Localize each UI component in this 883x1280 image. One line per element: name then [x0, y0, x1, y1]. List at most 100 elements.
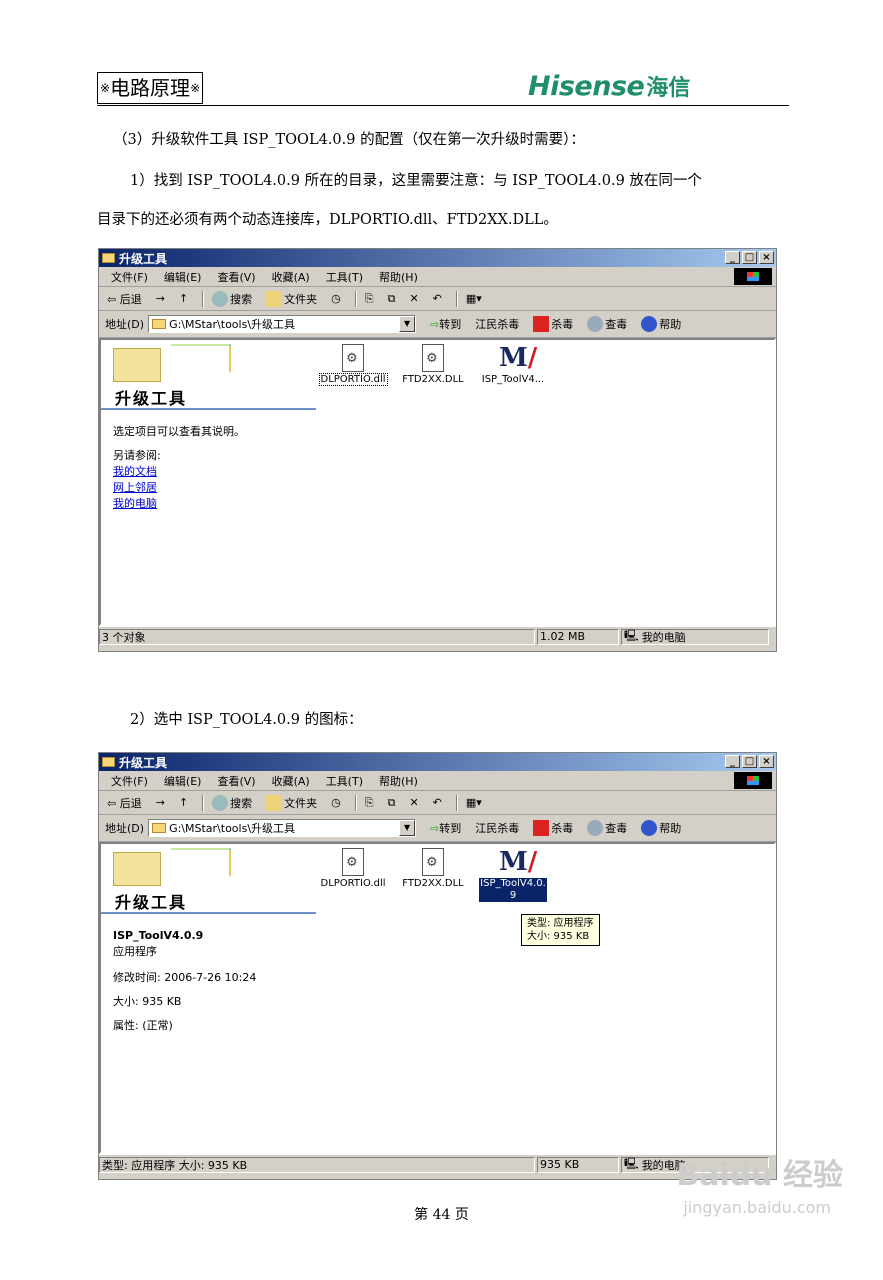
folders-button[interactable]: 文件夹 [266, 290, 317, 307]
toolbar-separator [354, 794, 357, 811]
back-button[interactable]: ⇦ 后退 [107, 291, 142, 307]
link-my-computer[interactable]: 我的电脑 [113, 496, 316, 512]
toolbar-separator [202, 290, 205, 307]
link-jiangmin[interactable]: 江民杀毒 [475, 316, 519, 332]
menu-favorites[interactable]: 收藏(A) [272, 773, 310, 789]
menu-file[interactable]: 文件(F) [111, 269, 148, 285]
views-icon[interactable]: ▦▾ [466, 292, 482, 305]
search-button[interactable]: 搜索 [212, 290, 252, 307]
folders-icon [266, 290, 283, 307]
undo-icon[interactable]: ↶ [433, 796, 442, 809]
go-button[interactable]: ⇨ 转到 [430, 316, 461, 332]
address-bar: 地址(D) G:\MStar\tools\升级工具 ▼ ⇨ 转到 江民杀毒 杀毒 … [99, 311, 776, 338]
back-button[interactable]: ⇦ 后退 [107, 795, 142, 811]
panel-banner: 升级工具 [101, 340, 316, 410]
status-location: 🖳 我的电脑 [621, 628, 769, 645]
watermark-url: jingyan.baidu.com [683, 1198, 831, 1217]
file-tooltip: 类型: 应用程序 大小: 935 KB [521, 914, 600, 946]
file-ftd2xx[interactable]: FTD2XX.DLL [393, 846, 473, 902]
status-size: 1.02 MB [537, 628, 619, 645]
undo-icon[interactable]: ↶ [433, 292, 442, 305]
menu-tools[interactable]: 工具(T) [326, 773, 363, 789]
large-folder-icon [113, 348, 161, 382]
file-ftd2xx[interactable]: FTD2XX.DLL [393, 342, 473, 385]
copy-to-icon[interactable]: ⧉ [388, 292, 396, 306]
dll-file-icon [342, 344, 364, 372]
menu-help[interactable]: 帮助(H) [379, 269, 418, 285]
close-button[interactable]: × [759, 251, 774, 264]
link-jiangmin[interactable]: 江民杀毒 [475, 820, 519, 836]
dropdown-arrow-icon[interactable]: ▼ [399, 820, 416, 836]
maximize-button[interactable]: □ [742, 755, 757, 768]
panel-title: 升级工具 [115, 893, 188, 912]
history-icon[interactable]: ◷ [331, 292, 341, 305]
mstar-app-icon: M/ [499, 343, 538, 373]
link-help[interactable]: 帮助 [641, 820, 681, 836]
address-input[interactable]: G:\MStar\tools\升级工具 ▼ [148, 819, 417, 837]
menu-edit[interactable]: 编辑(E) [164, 269, 202, 285]
dropdown-arrow-icon[interactable]: ▼ [399, 316, 416, 332]
history-icon[interactable]: ◷ [331, 796, 341, 809]
computer-icon: 🖳 [624, 629, 639, 642]
file-isp-tool-selected[interactable]: M/ISP_ToolV4.0. 9 [473, 846, 553, 902]
menu-favorites[interactable]: 收藏(A) [272, 269, 310, 285]
address-input[interactable]: G:\MStar\tools\升级工具 ▼ [148, 315, 417, 333]
views-icon[interactable]: ▦▾ [466, 796, 482, 809]
scan-icon [587, 316, 604, 332]
toolbar-separator [455, 290, 458, 307]
up-button[interactable]: ↑ [179, 796, 188, 809]
link-network-places[interactable]: 网上邻居 [113, 480, 316, 496]
link-scan[interactable]: 查毒 [587, 316, 627, 332]
forward-button[interactable]: → [156, 292, 165, 305]
link-kill-virus[interactable]: 杀毒 [533, 820, 573, 836]
move-to-icon[interactable]: ⎘ [365, 292, 374, 306]
up-button[interactable]: ↑ [179, 292, 188, 305]
toolbar: ⇦ 后退 → ↑ 搜索 文件夹 ◷ ⎘ ⧉ ✕ ↶ ▦▾ [99, 791, 776, 815]
search-icon [212, 794, 229, 811]
file-size: 大小: 935 KB [113, 995, 182, 1008]
link-scan[interactable]: 查毒 [587, 820, 627, 836]
close-button[interactable]: × [759, 755, 774, 768]
link-kill-virus[interactable]: 杀毒 [533, 316, 573, 332]
file-isp-tool[interactable]: M/ISP_ToolV4... [473, 342, 553, 385]
modified-date: 修改时间: 2006-7-26 10:24 [113, 971, 257, 984]
cross-icon [533, 316, 550, 332]
see-also-label: 另请参阅: [113, 449, 161, 462]
header-rule [97, 105, 789, 106]
delete-icon[interactable]: ✕ [409, 292, 418, 305]
move-to-icon[interactable]: ⎘ [365, 796, 374, 810]
folders-icon [266, 794, 283, 811]
selected-file-name: ISP_ToolV4.0.9 [113, 929, 204, 942]
dll-file-icon [342, 848, 364, 876]
windows-logo-icon [734, 772, 772, 789]
status-bar: 3 个对象 1.02 MB 🖳 我的电脑 [99, 626, 776, 646]
file-list: DLPORTIO.dll FTD2XX.DLL M/ISP_ToolV4.0.9 [313, 846, 553, 902]
maximize-button[interactable]: □ [742, 251, 757, 264]
forward-button[interactable]: → [156, 796, 165, 809]
menu-edit[interactable]: 编辑(E) [164, 773, 202, 789]
minimize-button[interactable]: _ [725, 251, 740, 264]
menu-bar: 文件(F) 编辑(E) 查看(V) 收藏(A) 工具(T) 帮助(H) [99, 771, 776, 791]
go-button[interactable]: ⇨ 转到 [430, 820, 461, 836]
toolbar-separator [455, 794, 458, 811]
menu-help[interactable]: 帮助(H) [379, 773, 418, 789]
file-dlportio[interactable]: DLPORTIO.dll [313, 342, 393, 386]
delete-icon[interactable]: ✕ [409, 796, 418, 809]
menu-file[interactable]: 文件(F) [111, 773, 148, 789]
toolbar: ⇦ 后退 → ↑ 搜索 文件夹 ◷ ⎘ ⧉ ✕ ↶ ▦▾ [99, 287, 776, 311]
windows-logo-icon [734, 268, 772, 285]
minimize-button[interactable]: _ [725, 755, 740, 768]
dll-file-icon [422, 344, 444, 372]
menu-view[interactable]: 查看(V) [217, 773, 255, 789]
status-bar: 类型: 应用程序 大小: 935 KB 935 KB 🖳 我的电脑 [99, 1154, 776, 1174]
file-dlportio[interactable]: DLPORTIO.dll [313, 846, 393, 902]
status-info: 类型: 应用程序 大小: 935 KB [99, 1156, 535, 1173]
folders-button[interactable]: 文件夹 [266, 794, 317, 811]
menu-tools[interactable]: 工具(T) [326, 269, 363, 285]
search-button[interactable]: 搜索 [212, 794, 252, 811]
menu-view[interactable]: 查看(V) [217, 269, 255, 285]
link-help[interactable]: 帮助 [641, 316, 681, 332]
copy-to-icon[interactable]: ⧉ [388, 796, 396, 810]
link-my-documents[interactable]: 我的文档 [113, 464, 316, 480]
panel-banner: 升级工具 [101, 844, 316, 914]
